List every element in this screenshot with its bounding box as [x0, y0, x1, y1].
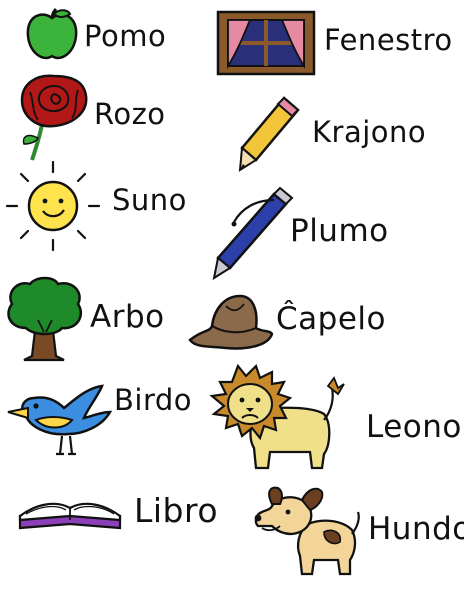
sun-icon: [5, 160, 101, 252]
word-leono: Leono: [366, 409, 462, 445]
apple-icon: [26, 7, 78, 60]
word-fenestro: Fenestro: [324, 23, 453, 57]
word-birdo: Birdo: [114, 383, 193, 417]
word-capelo: Ĉapelo: [276, 301, 386, 337]
word-arbo: Arbo: [90, 299, 165, 335]
lion-icon: [209, 363, 345, 470]
word-libro: Libro: [134, 491, 219, 530]
dog-icon: [254, 486, 360, 576]
word-rozo: Rozo: [94, 97, 166, 131]
word-plumo: Plumo: [290, 213, 389, 249]
pen-icon: [212, 186, 294, 281]
pencil-icon: [238, 96, 300, 172]
book-icon: [18, 502, 122, 530]
word-hundo: Hundo: [368, 511, 464, 547]
word-pomo: Pomo: [84, 19, 167, 53]
word-suno: Suno: [112, 183, 187, 217]
window-icon: [216, 10, 316, 76]
hat-icon: [188, 294, 274, 350]
tree-icon: [7, 276, 83, 362]
rose-icon: [20, 74, 88, 161]
bird-icon: [7, 384, 113, 456]
vocabulary-sheet: Pomo Rozo Suno Arbo Birdo Libro Fenestro…: [0, 0, 464, 600]
word-krajono: Krajono: [312, 115, 427, 149]
